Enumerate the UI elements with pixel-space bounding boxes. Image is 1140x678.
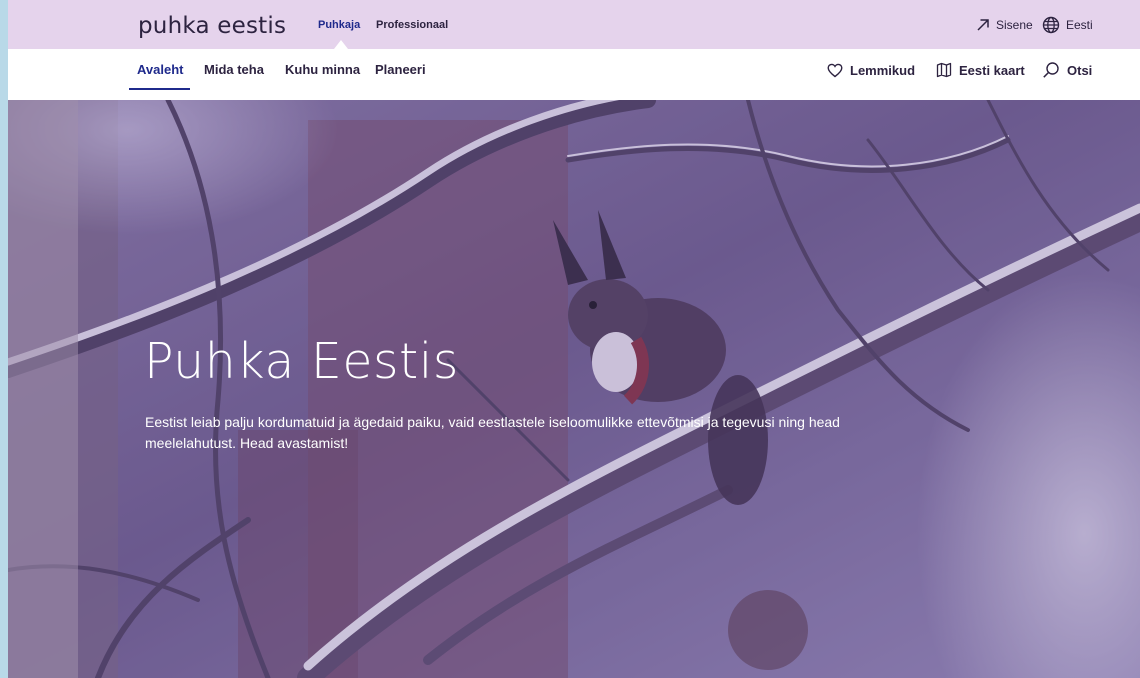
globe-icon: [1042, 16, 1060, 34]
language-selector[interactable]: Eesti: [1042, 14, 1093, 36]
heart-icon: [827, 63, 843, 78]
favorites-label: Lemmikud: [850, 62, 916, 78]
audience-tab-professionaal[interactable]: Professionaal: [376, 19, 448, 31]
page: puhka eestis Puhkaja Professionaal Sisen…: [8, 0, 1140, 678]
main-nav: Avaleht Mida teha Kuhu minna Planeeri Le…: [8, 49, 1140, 100]
search-icon: [1042, 61, 1060, 79]
map-icon: [936, 62, 952, 78]
map-link[interactable]: Eesti kaart: [936, 60, 1025, 80]
site-logo[interactable]: puhka eestis: [138, 13, 286, 39]
nav-item-avaleht[interactable]: Avaleht: [137, 62, 183, 77]
audience-tab-puhkaja[interactable]: Puhkaja: [318, 19, 360, 31]
top-bar: puhka eestis Puhkaja Professionaal Sisen…: [8, 0, 1140, 49]
active-nav-underline: [129, 88, 190, 90]
map-label: Eesti kaart: [959, 62, 1025, 78]
hero-title: Puhka Eestis: [144, 333, 459, 390]
search-label: Otsi: [1067, 62, 1093, 78]
arrow-up-right-icon: [976, 18, 990, 32]
language-label: Eesti: [1066, 18, 1093, 32]
login-link[interactable]: Sisene: [976, 14, 1033, 36]
nav-item-kuhu-minna[interactable]: Kuhu minna: [285, 62, 360, 77]
favorites-link[interactable]: Lemmikud: [827, 60, 915, 80]
hero-section: Puhka Eestis Eestist leiab palju korduma…: [8, 100, 1140, 678]
hero-description: Eestist leiab palju kordumatuid ja ägeda…: [145, 414, 840, 451]
nav-item-planeeri[interactable]: Planeeri: [375, 62, 426, 77]
login-label: Sisene: [996, 18, 1033, 32]
search-link[interactable]: Otsi: [1042, 60, 1092, 80]
nav-item-mida-teha[interactable]: Mida teha: [204, 62, 264, 77]
active-audience-caret: [334, 40, 348, 49]
